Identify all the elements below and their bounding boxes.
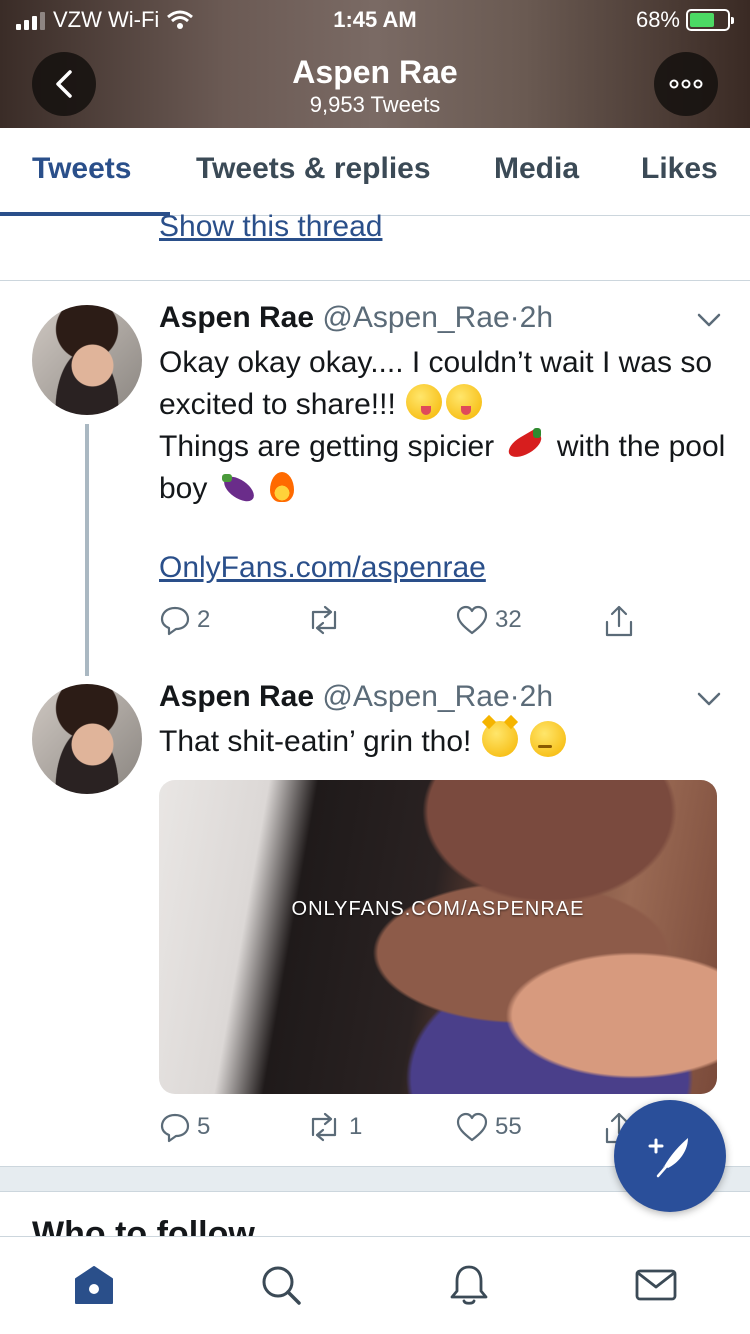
tweet-time: 2h	[519, 301, 554, 334]
search-icon[interactable]	[259, 1263, 303, 1307]
retweet-count: 1	[349, 1113, 363, 1140]
tweet-actions: 2 32	[159, 604, 659, 644]
tweet-text: That shit-eatin’ grin tho!	[159, 721, 729, 763]
yum-face-icon	[406, 384, 443, 420]
home-icon[interactable]	[72, 1263, 116, 1307]
status-bar: VZW Wi-Fi 1:45 AM 68%	[0, 0, 750, 40]
tweet-text: Okay okay okay.... I couldn’t wait I was…	[159, 342, 729, 510]
tweet-link[interactable]: OnlyFans.com/aspenrae	[159, 551, 486, 585]
tweet-time: 2h	[519, 680, 554, 713]
reply-count: 2	[197, 606, 211, 633]
drooling-face-icon	[530, 721, 567, 757]
tweet-meta-separator: ·	[509, 680, 520, 713]
more-dots-icon	[669, 79, 703, 89]
tab-likes[interactable]: Likes	[641, 152, 718, 186]
tweet-author-name[interactable]: Aspen Rae	[159, 680, 314, 713]
chevron-down-icon[interactable]	[695, 685, 723, 713]
share-button[interactable]	[603, 604, 635, 638]
media-watermark: ONLYFANS.COM/ASPENRAE	[291, 898, 585, 920]
avatar[interactable]	[32, 305, 142, 415]
tweet-author-name[interactable]: Aspen Rae	[159, 301, 314, 334]
like-count: 55	[495, 1113, 522, 1140]
fire-icon	[264, 468, 300, 504]
yum-face-icon	[446, 384, 483, 420]
tweet-header: Aspen Rae @Aspen_Rae·2h	[159, 301, 553, 335]
chevron-down-icon[interactable]	[695, 306, 723, 334]
like-button[interactable]: 32	[455, 604, 522, 636]
thread-connector-line	[85, 424, 89, 676]
tweet-meta-separator: ·	[509, 301, 520, 334]
who-to-follow-heading: Who to follow	[32, 1215, 255, 1237]
tab-tweets-and-replies[interactable]: Tweets & replies	[196, 152, 431, 186]
tweet-text-line2a: Things are getting spicier	[159, 430, 495, 463]
like-button[interactable]: 55	[455, 1111, 522, 1143]
battery-fill	[690, 13, 715, 27]
tab-tweets[interactable]: Tweets	[32, 152, 131, 186]
compose-tweet-button[interactable]	[614, 1100, 726, 1212]
show-thread-link[interactable]: Show this thread	[159, 210, 382, 244]
retweet-button[interactable]: 1	[305, 1111, 362, 1143]
like-count: 32	[495, 606, 522, 633]
tab-media[interactable]: Media	[494, 152, 579, 186]
status-right: 68%	[635, 7, 734, 33]
profile-name-title: Aspen Rae	[292, 54, 458, 90]
more-options-button[interactable]	[654, 52, 718, 116]
compose-feather-icon	[648, 1138, 688, 1178]
hot-pepper-icon	[505, 426, 547, 462]
reply-button[interactable]: 2	[159, 604, 210, 636]
reply-icon	[160, 606, 190, 636]
bottom-tab-bar	[0, 1236, 750, 1334]
heart-icon	[456, 605, 488, 635]
messages-envelope-icon[interactable]	[634, 1263, 678, 1307]
tweet-actions: 5 1 55	[159, 1111, 659, 1151]
joy-cat-icon	[481, 721, 518, 757]
tweet-header: Aspen Rae @Aspen_Rae·2h	[159, 680, 553, 714]
reply-button[interactable]: 5	[159, 1111, 210, 1143]
battery-percent: 68%	[635, 7, 680, 32]
retweet-icon	[311, 1112, 337, 1142]
active-tab-indicator	[0, 212, 170, 216]
tweet-author-handle[interactable]: @Aspen_Rae	[322, 680, 509, 713]
share-icon	[605, 605, 633, 637]
profile-header: VZW Wi-Fi 1:45 AM 68% Aspen Rae 9,953 Tw…	[0, 0, 750, 128]
tweet-text-body: That shit-eatin’ grin tho!	[159, 725, 472, 758]
retweet-icon	[311, 605, 337, 635]
heart-icon	[456, 1112, 488, 1142]
eggplant-icon	[218, 468, 260, 504]
retweet-button[interactable]	[305, 604, 349, 636]
profile-tabs: Tweets Tweets & replies Media Likes	[0, 128, 750, 216]
battery-icon	[686, 9, 734, 31]
tweet-count: 9,953 Tweets	[309, 92, 441, 117]
tweet-divider	[0, 280, 750, 281]
tweet-media-image[interactable]: ONLYFANS.COM/ASPENRAE	[159, 780, 717, 1094]
tweet-author-handle[interactable]: @Aspen_Rae	[322, 301, 509, 334]
reply-icon	[160, 1113, 190, 1143]
notifications-bell-icon[interactable]	[447, 1263, 491, 1307]
reply-count: 5	[197, 1113, 211, 1140]
avatar[interactable]	[32, 684, 142, 794]
